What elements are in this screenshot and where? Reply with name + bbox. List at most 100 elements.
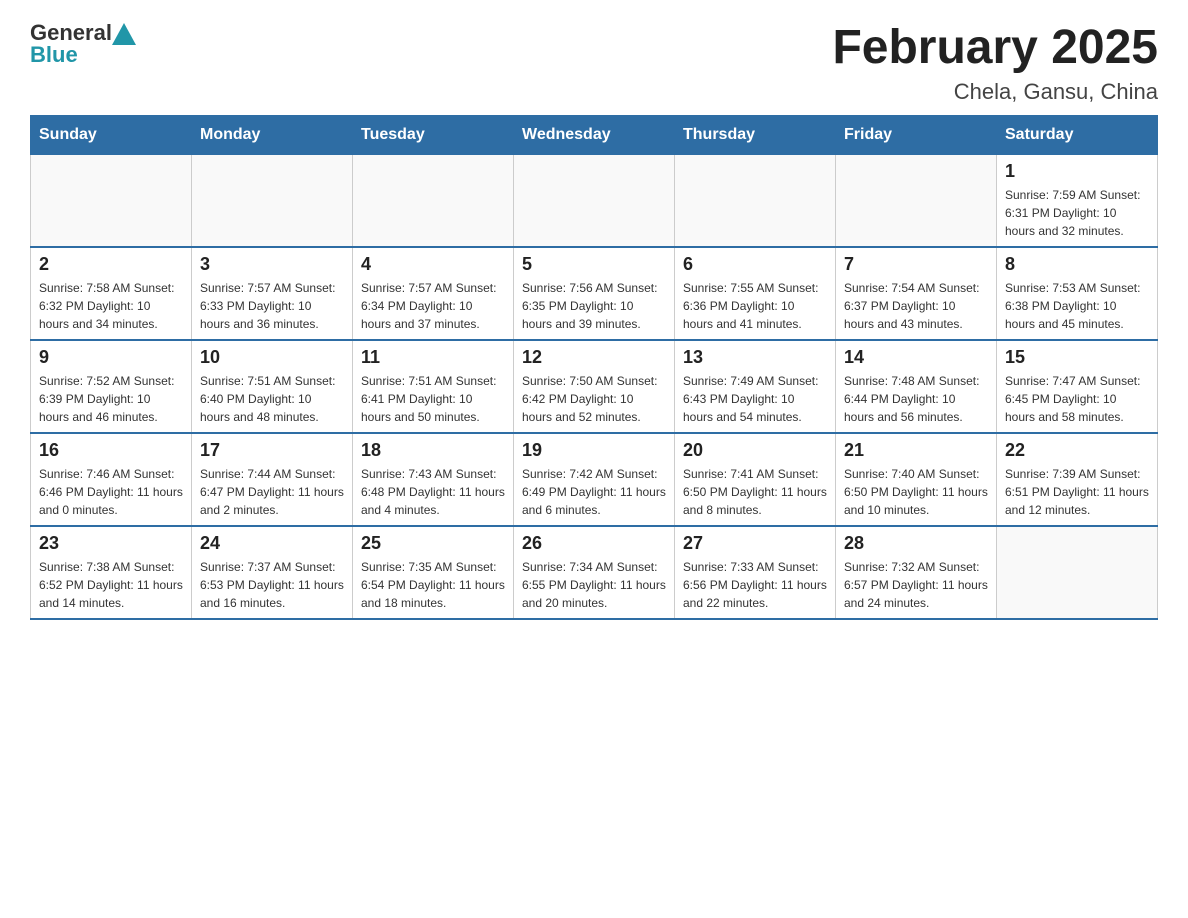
title-block: February 2025 Chela, Gansu, China (832, 20, 1158, 105)
day-number: 5 (522, 254, 666, 275)
day-number: 24 (200, 533, 344, 554)
day-number: 11 (361, 347, 505, 368)
day-info: Sunrise: 7:50 AM Sunset: 6:42 PM Dayligh… (522, 372, 666, 426)
calendar-cell: 2 Sunrise: 7:58 AM Sunset: 6:32 PM Daylig… (31, 247, 192, 340)
day-info: Sunrise: 7:56 AM Sunset: 6:35 PM Dayligh… (522, 279, 666, 333)
calendar-cell: 16 Sunrise: 7:46 AM Sunset: 6:46 PM Dayli… (31, 433, 192, 526)
calendar-cell: 1Sunrise: 7:59 AM Sunset: 6:31 PM Daylig… (997, 155, 1158, 248)
day-number: 17 (200, 440, 344, 461)
calendar-week-4: 16 Sunrise: 7:46 AM Sunset: 6:46 PM Dayli… (31, 433, 1158, 526)
day-info: Sunrise: 7:35 AM Sunset: 6:54 PM Dayligh… (361, 558, 505, 612)
calendar-cell: 20Sunrise: 7:41 AM Sunset: 6:50 PM Dayli… (675, 433, 836, 526)
calendar-cell: 25 Sunrise: 7:35 AM Sunset: 6:54 PM Dayli… (353, 526, 514, 619)
calendar-week-3: 9 Sunrise: 7:52 AM Sunset: 6:39 PM Daylig… (31, 340, 1158, 433)
day-header-monday: Monday (192, 116, 353, 155)
day-number: 6 (683, 254, 827, 275)
calendar-cell (836, 155, 997, 248)
calendar-week-5: 23Sunrise: 7:38 AM Sunset: 6:52 PM Dayli… (31, 526, 1158, 619)
day-number: 21 (844, 440, 988, 461)
day-header-saturday: Saturday (997, 116, 1158, 155)
calendar-cell: 6 Sunrise: 7:55 AM Sunset: 6:36 PM Daylig… (675, 247, 836, 340)
calendar-cell (31, 155, 192, 248)
calendar-cell: 15Sunrise: 7:47 AM Sunset: 6:45 PM Dayli… (997, 340, 1158, 433)
day-info: Sunrise: 7:46 AM Sunset: 6:46 PM Dayligh… (39, 465, 183, 519)
day-info: Sunrise: 7:58 AM Sunset: 6:32 PM Dayligh… (39, 279, 183, 333)
calendar-cell: 5 Sunrise: 7:56 AM Sunset: 6:35 PM Daylig… (514, 247, 675, 340)
calendar-cell: 24 Sunrise: 7:37 AM Sunset: 6:53 PM Dayli… (192, 526, 353, 619)
day-number: 12 (522, 347, 666, 368)
day-header-tuesday: Tuesday (353, 116, 514, 155)
calendar-cell (675, 155, 836, 248)
day-info: Sunrise: 7:44 AM Sunset: 6:47 PM Dayligh… (200, 465, 344, 519)
day-number: 28 (844, 533, 988, 554)
day-number: 10 (200, 347, 344, 368)
calendar-cell: 27 Sunrise: 7:33 AM Sunset: 6:56 PM Dayli… (675, 526, 836, 619)
logo-blue-text: Blue (30, 42, 78, 68)
calendar-cell: 4 Sunrise: 7:57 AM Sunset: 6:34 PM Daylig… (353, 247, 514, 340)
day-info: Sunrise: 7:39 AM Sunset: 6:51 PM Dayligh… (1005, 465, 1149, 519)
day-header-sunday: Sunday (31, 116, 192, 155)
day-number: 7 (844, 254, 988, 275)
day-number: 18 (361, 440, 505, 461)
day-info: Sunrise: 7:51 AM Sunset: 6:41 PM Dayligh… (361, 372, 505, 426)
day-number: 26 (522, 533, 666, 554)
day-header-friday: Friday (836, 116, 997, 155)
day-number: 25 (361, 533, 505, 554)
calendar-cell: 13 Sunrise: 7:49 AM Sunset: 6:43 PM Dayli… (675, 340, 836, 433)
calendar-cell: 23Sunrise: 7:38 AM Sunset: 6:52 PM Dayli… (31, 526, 192, 619)
day-number: 16 (39, 440, 183, 461)
day-number: 23 (39, 533, 183, 554)
calendar-title: February 2025 (832, 20, 1158, 75)
calendar-week-1: 1Sunrise: 7:59 AM Sunset: 6:31 PM Daylig… (31, 155, 1158, 248)
calendar-cell (353, 155, 514, 248)
day-info: Sunrise: 7:49 AM Sunset: 6:43 PM Dayligh… (683, 372, 827, 426)
calendar-cell: 17 Sunrise: 7:44 AM Sunset: 6:47 PM Dayli… (192, 433, 353, 526)
calendar-cell: 10 Sunrise: 7:51 AM Sunset: 6:40 PM Dayli… (192, 340, 353, 433)
day-number: 9 (39, 347, 183, 368)
day-number: 22 (1005, 440, 1149, 461)
day-number: 8 (1005, 254, 1149, 275)
day-number: 2 (39, 254, 183, 275)
day-info: Sunrise: 7:40 AM Sunset: 6:50 PM Dayligh… (844, 465, 988, 519)
calendar-cell: 28 Sunrise: 7:32 AM Sunset: 6:57 PM Dayli… (836, 526, 997, 619)
calendar-cell: 11 Sunrise: 7:51 AM Sunset: 6:41 PM Dayli… (353, 340, 514, 433)
day-info: Sunrise: 7:32 AM Sunset: 6:57 PM Dayligh… (844, 558, 988, 612)
day-number: 4 (361, 254, 505, 275)
day-info: Sunrise: 7:57 AM Sunset: 6:33 PM Dayligh… (200, 279, 344, 333)
logo-triangle-icon (112, 23, 136, 45)
day-info: Sunrise: 7:43 AM Sunset: 6:48 PM Dayligh… (361, 465, 505, 519)
day-info: Sunrise: 7:37 AM Sunset: 6:53 PM Dayligh… (200, 558, 344, 612)
logo: General Blue (30, 20, 136, 68)
day-info: Sunrise: 7:33 AM Sunset: 6:56 PM Dayligh… (683, 558, 827, 612)
day-info: Sunrise: 7:51 AM Sunset: 6:40 PM Dayligh… (200, 372, 344, 426)
day-info: Sunrise: 7:48 AM Sunset: 6:44 PM Dayligh… (844, 372, 988, 426)
calendar-header-row: SundayMondayTuesdayWednesdayThursdayFrid… (31, 116, 1158, 155)
calendar-cell: 26Sunrise: 7:34 AM Sunset: 6:55 PM Dayli… (514, 526, 675, 619)
calendar-cell: 21 Sunrise: 7:40 AM Sunset: 6:50 PM Dayli… (836, 433, 997, 526)
calendar-cell (997, 526, 1158, 619)
day-info: Sunrise: 7:55 AM Sunset: 6:36 PM Dayligh… (683, 279, 827, 333)
page-header: General Blue February 2025 Chela, Gansu,… (30, 20, 1158, 105)
day-number: 13 (683, 347, 827, 368)
day-info: Sunrise: 7:53 AM Sunset: 6:38 PM Dayligh… (1005, 279, 1149, 333)
calendar-cell (192, 155, 353, 248)
calendar-cell: 18 Sunrise: 7:43 AM Sunset: 6:48 PM Dayli… (353, 433, 514, 526)
day-number: 27 (683, 533, 827, 554)
day-number: 19 (522, 440, 666, 461)
calendar-cell: 14 Sunrise: 7:48 AM Sunset: 6:44 PM Dayli… (836, 340, 997, 433)
day-number: 3 (200, 254, 344, 275)
day-info: Sunrise: 7:57 AM Sunset: 6:34 PM Dayligh… (361, 279, 505, 333)
day-info: Sunrise: 7:52 AM Sunset: 6:39 PM Dayligh… (39, 372, 183, 426)
calendar-subtitle: Chela, Gansu, China (832, 79, 1158, 105)
calendar-cell: 7 Sunrise: 7:54 AM Sunset: 6:37 PM Daylig… (836, 247, 997, 340)
calendar-table: SundayMondayTuesdayWednesdayThursdayFrid… (30, 115, 1158, 620)
calendar-cell: 22 Sunrise: 7:39 AM Sunset: 6:51 PM Dayli… (997, 433, 1158, 526)
day-info: Sunrise: 7:59 AM Sunset: 6:31 PM Dayligh… (1005, 186, 1149, 240)
calendar-week-2: 2 Sunrise: 7:58 AM Sunset: 6:32 PM Daylig… (31, 247, 1158, 340)
calendar-cell: 12 Sunrise: 7:50 AM Sunset: 6:42 PM Dayli… (514, 340, 675, 433)
day-info: Sunrise: 7:54 AM Sunset: 6:37 PM Dayligh… (844, 279, 988, 333)
day-header-wednesday: Wednesday (514, 116, 675, 155)
calendar-cell: 19Sunrise: 7:42 AM Sunset: 6:49 PM Dayli… (514, 433, 675, 526)
day-number: 20 (683, 440, 827, 461)
day-number: 14 (844, 347, 988, 368)
